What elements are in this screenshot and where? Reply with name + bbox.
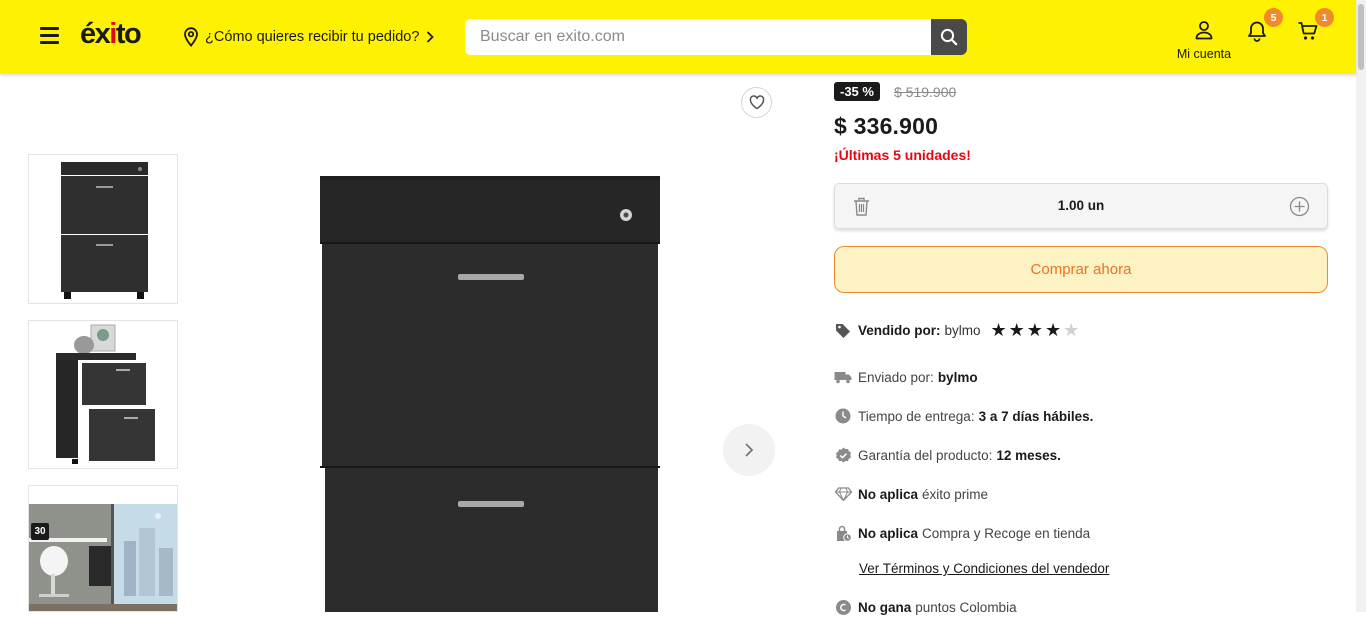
gallery-thumbnail-1[interactable] — [28, 154, 178, 304]
notifications-badge: 5 — [1264, 8, 1283, 27]
product-main-image[interactable] — [300, 170, 680, 612]
search-bar — [465, 19, 967, 55]
store-pickup-icon — [834, 524, 852, 542]
account-button[interactable]: Mi cuenta — [1168, 20, 1240, 61]
old-price: $ 519.900 — [894, 84, 957, 100]
gallery-thumbnail-2[interactable] — [28, 320, 178, 469]
search-button[interactable] — [931, 19, 967, 55]
points-label: puntos Colombia — [915, 599, 1017, 615]
verified-badge-icon — [834, 446, 852, 464]
delivery-row: Tiempo de entrega: 3 a 7 días hábiles. — [834, 406, 1093, 426]
search-input[interactable] — [465, 19, 931, 55]
delivery-value: 3 a 7 días hábiles. — [978, 408, 1094, 424]
pickup-label: Compra y Recoge en tienda — [922, 525, 1091, 541]
star-empty-icon: ★ — [1063, 320, 1080, 340]
delivery-location-selector[interactable]: ¿Cómo quieres recibir tu pedido? — [183, 27, 440, 47]
thumbnail-image — [56, 324, 155, 464]
truck-icon — [834, 368, 852, 386]
prime-status: No aplica — [858, 486, 919, 502]
next-image-button[interactable] — [723, 424, 775, 476]
seller-rating: ★ ★ ★ ★ ★ — [991, 321, 1082, 339]
delivery-label: Tiempo de entrega: — [858, 408, 975, 424]
points-icon — [834, 598, 852, 616]
buy-now-button[interactable]: Comprar ahora — [834, 246, 1328, 293]
location-pin-icon — [184, 27, 198, 47]
prime-label: éxito prime — [922, 486, 989, 502]
warranty-value: 12 meses. — [996, 447, 1061, 463]
page-scrollbar[interactable] — [1356, 0, 1366, 612]
pickup-row: No aplica Compra y Recoge en tienda — [834, 523, 1090, 543]
top-header: éxito ¿Cómo quieres recibir tu pedido? M… — [0, 0, 1356, 74]
seller-name[interactable]: bylmo — [945, 323, 981, 338]
chevron-right-icon — [427, 31, 435, 43]
search-icon — [940, 28, 958, 46]
exito-logo[interactable]: éxito — [80, 18, 142, 51]
star-filled-icon: ★ — [1044, 320, 1062, 340]
star-filled-icon: ★ — [1008, 320, 1025, 340]
pickup-status: No aplica — [858, 525, 919, 541]
seller-row: Vendido por: bylmo ★ ★ ★ ★ ★ — [834, 320, 1081, 340]
shipped-label: Enviado por: — [858, 369, 934, 385]
warranty-label: Garantía del producto: — [858, 447, 993, 463]
account-label: Mi cuenta — [1176, 47, 1232, 61]
gallery-thumbnail-3[interactable]: 30 — [28, 485, 178, 612]
plus-icon[interactable] — [1289, 196, 1310, 217]
tag-icon — [834, 321, 852, 339]
location-prompt: ¿Cómo quieres recibir tu pedido? — [205, 29, 420, 45]
points-status: No gana — [858, 599, 912, 615]
quantity-stepper: 1.00 un — [834, 183, 1328, 229]
thumbnail-image — [61, 162, 148, 299]
cart-badge: 1 — [1315, 8, 1334, 27]
quantity-value: 1.00 un — [1057, 198, 1105, 213]
clock-icon — [834, 407, 852, 425]
menu-icon[interactable] — [40, 27, 59, 45]
heart-icon — [749, 95, 764, 110]
thumbnail-image — [29, 486, 177, 611]
cart-icon — [1298, 22, 1318, 40]
star-filled-icon: ★ — [990, 320, 1007, 340]
prime-row: No aplica éxito prime — [834, 484, 988, 504]
shipped-by: bylmo — [937, 369, 978, 385]
seller-terms-link[interactable]: Ver Términos y Condiciones del vendedor — [859, 561, 1109, 576]
diamond-icon — [834, 485, 852, 503]
warranty-row: Garantía del producto: 12 meses. — [834, 445, 1061, 465]
notifications-button[interactable]: 5 — [1246, 8, 1283, 44]
current-price: $ 336.900 — [834, 113, 939, 139]
seller-label: Vendido por: — [858, 322, 941, 338]
scrollbar-thumb[interactable] — [1358, 4, 1364, 70]
points-row: No gana puntos Colombia — [834, 597, 1017, 617]
shipping-row: Enviado por: bylmo — [834, 367, 978, 387]
chevron-right-icon — [745, 443, 754, 457]
cart-button[interactable]: 1 — [1297, 8, 1334, 44]
discount-badge: -35 % — [834, 82, 880, 101]
stock-alert: ¡Últimas 5 unidades! — [834, 147, 971, 163]
star-filled-icon: ★ — [1026, 320, 1043, 340]
favorite-button[interactable] — [741, 87, 772, 118]
user-icon — [1195, 21, 1213, 40]
thumbnail-badge: 30 — [31, 523, 49, 540]
bell-icon — [1248, 21, 1266, 42]
